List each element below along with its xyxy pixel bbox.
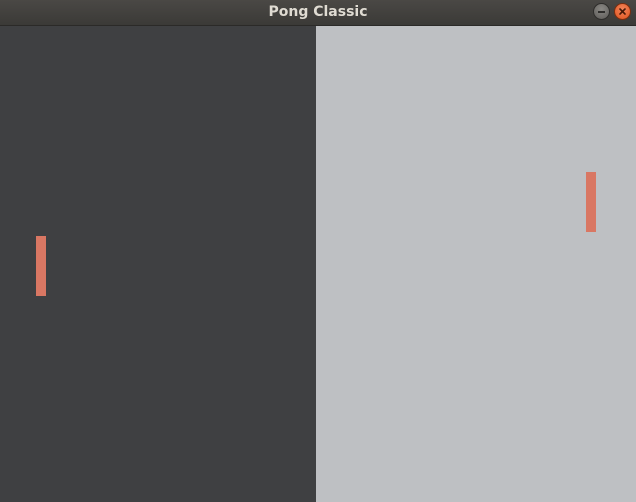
close-icon	[619, 8, 626, 15]
game-court	[0, 26, 636, 502]
close-button[interactable]	[614, 3, 631, 20]
window-title: Pong Classic	[268, 4, 368, 20]
left-paddle	[36, 236, 46, 296]
court-left-half	[0, 26, 316, 502]
minimize-icon	[598, 11, 605, 13]
game-window: Pong Classic	[0, 0, 636, 502]
right-paddle	[586, 172, 596, 232]
court-right-half	[316, 26, 636, 502]
title-bar: Pong Classic	[0, 0, 636, 26]
minimize-button[interactable]	[593, 3, 610, 20]
